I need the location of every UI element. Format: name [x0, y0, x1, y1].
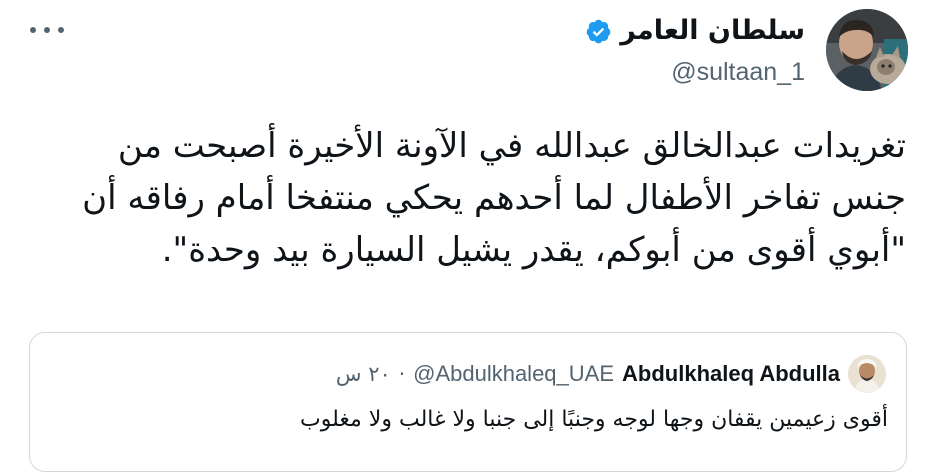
quoted-tweet-text: أقوى زعيمين يقفان وجها لوجه وجنبًا إلى ج… [300, 407, 888, 432]
author-display-name[interactable]: سلطان العامر [620, 14, 805, 48]
quoted-author-avatar [848, 355, 886, 393]
more-dot [58, 27, 64, 33]
author-info: سلطان العامر @sultaan_1 [585, 14, 805, 87]
tweet-card: سلطان العامر @sultaan_1 تغريدات عبدالخال… [0, 0, 933, 472]
more-dot [30, 27, 36, 33]
author-handle[interactable]: @sultaan_1 [585, 57, 805, 87]
author-name-row: سلطان العامر [585, 14, 805, 48]
more-options-icon[interactable] [30, 20, 64, 40]
quoted-author-handle[interactable]: @Abdulkhaleq_UAE [413, 361, 614, 387]
quoted-tweet-time[interactable]: ٢٠ س [336, 362, 391, 386]
author-avatar[interactable] [826, 9, 908, 91]
quoted-author-name[interactable]: Abdulkhaleq Abdulla [622, 361, 840, 387]
meta-separator: · [398, 362, 406, 386]
avatar-image [826, 9, 908, 91]
verified-badge-icon [585, 18, 612, 45]
quoted-avatar-image [848, 355, 886, 393]
more-dot [44, 27, 50, 33]
quoted-tweet-header: Abdulkhaleq Abdulla @Abdulkhaleq_UAE · ٢… [336, 355, 886, 393]
tweet-text: تغريدات عبدالخالق عبدالله في الآونة الأخ… [71, 126, 906, 270]
quoted-tweet[interactable]: Abdulkhaleq Abdulla @Abdulkhaleq_UAE · ٢… [29, 332, 907, 472]
